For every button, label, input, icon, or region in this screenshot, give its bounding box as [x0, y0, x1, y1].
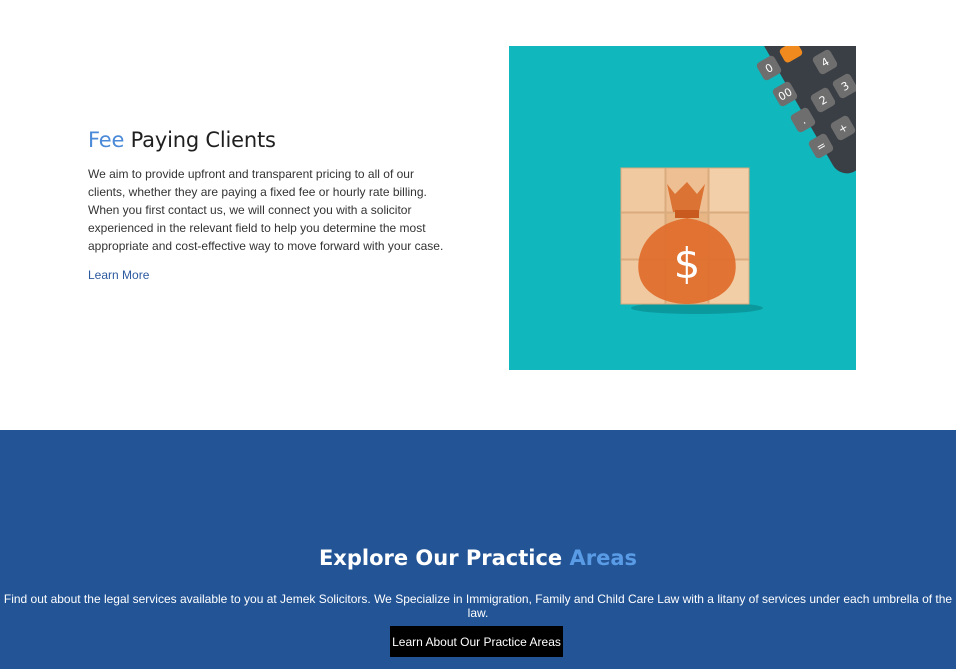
- fee-title-accent: Fee: [88, 128, 125, 152]
- fee-paying-section: Fee Paying Clients We aim to provide upf…: [0, 0, 956, 430]
- learn-about-practice-areas-button[interactable]: Learn About Our Practice Areas: [390, 626, 563, 657]
- fee-title-rest: Paying Clients: [130, 128, 276, 152]
- practice-areas-section: Explore Our Practice Areas Find out abou…: [0, 430, 956, 669]
- fee-text-block: Fee Paying Clients We aim to provide upf…: [88, 128, 453, 284]
- svg-text:$: $: [674, 239, 701, 288]
- wooden-blocks-illustration: 0 4 00 2 3 . + = $: [509, 46, 856, 370]
- fee-image: 0 4 00 2 3 . + = $: [509, 46, 856, 370]
- practice-title: Explore Our Practice Areas: [0, 546, 956, 570]
- practice-title-main: Explore Our Practice: [318, 546, 563, 570]
- fee-title: Fee Paying Clients: [88, 128, 453, 152]
- learn-more-link[interactable]: Learn More: [88, 268, 149, 282]
- practice-title-accent: Areas: [569, 546, 638, 570]
- fee-body-text: We aim to provide upfront and transparen…: [88, 167, 444, 253]
- practice-description: Find out about the legal services availa…: [3, 592, 953, 620]
